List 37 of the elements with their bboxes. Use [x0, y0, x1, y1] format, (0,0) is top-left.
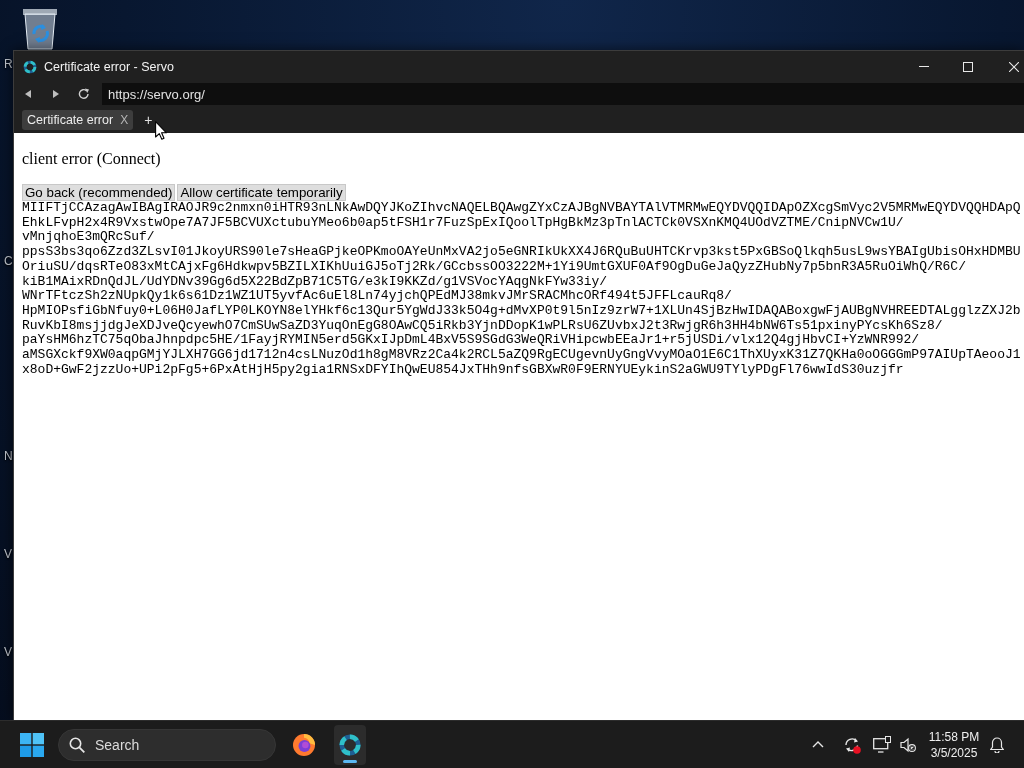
back-arrow-icon [25, 90, 31, 98]
app-logo-icon [23, 59, 37, 74]
desktop-icon-label[interactable]: N [4, 449, 13, 463]
speaker-muted-icon[interactable] [900, 736, 916, 753]
servo-taskbar-button[interactable] [334, 724, 366, 765]
maximize-icon [963, 61, 973, 72]
app-logo-icon [339, 733, 361, 756]
search-placeholder: Search [95, 736, 140, 753]
go-back-button[interactable]: Go back (recommended) [22, 184, 176, 201]
certificate-text: MIIFTjCCAzagAwIBAgIRAOJR9c2nmxn0iHTR93nLNkAwDQYJKoZIhvcNAQELBQAwgZYxCzAJBgNVBAYTAlVTMRMwEQYDVQQIDApOZXcgSmVyc2V5MRMwEQYDVQQHDApQ EhkLFvpH2x4R9VxstwOpe7A7JF5BCVUXctubuYMeo6b0ap5tFSH1r7FuzSpExIQoolTpHgBkMz3pTnlACTCk0VSXnKMQ4UOdVZTME/CnipNVCw1U/ vMnjqhoE3mQRcSuf/ ppsS3bs3qo6Zzd3ZLsvI01JkoyURS90le7sHeaGPjkeOPKmoOAYeUnMxVA2jo5eGNRIkUkXX4J6RQuBuUHTCKrvp3kst5PxGBSoQlkqh5usL9wsYBAIgUbisOHxHDMBU OriuSU/dqsRTeO83xMtCAjxFg6Hdkwpv5BZILXIKhUuiGJ5oTj2Rk/GCcbssOO3222M+1Yi9UmtGXUF0Af9OgDuGeJaQyzZHubNy7p5bnR3A5RuOiWhQ/R6C/ kiB1MAixRDnQdJL/UdYDNv39Gg6d5X22BdZpB71C5TG/e3kI9KKZd/g1VSVocYAqgNkFYw33iy/ WNrTFtczSh2zNUpkQy1k6s61Dz1WZ1UT5yvfAc6uEl8Ln74yjchQPEdMJ38mkvJMrSRACMhcORf494t5JFFLcauRq8/ HpMIOPsfiGbNfuy0+L06H0JafLYP0LKOYN8elYHkf6c13Qur5YgWdJ33k5O4g+dMvXP0t9l5nIz9zrW7+1XLUn4SjBzHwIDAQABoxgwFjAUBgNVHREEDTALgglzZXJ2b RuvKbI8msjjdgJeXDJveQcyewhO7CmSUwSaZD3YuqOnEgG8OAwCQ5iRkb3YjnDDopK1wPLRsU6ZUvbxJ2t3RwjgR6h3HH4bNW6Ts51pxinyPYcsKh6Sz8/ paYsHM6hzTC75qObaJhnpdpc5HE/1FayjRYMIN5erd5GKxIJpDmL4BxV5S9SGdG3WeQRiVHipcwbEEaJr1+r5jUSDi/vlx12Q4gjHbvCI+YzWNR992/ aMSGXckf9XW0aqpGMjYJLXH7GG6jd1712n4csLNuzOd1h8gM8VRz2Ca4k2RCL5aZQ9RgECUgevnUyGngVvyMOaO1E6C1ThXUyxK31Z7QKHa0oOGGGmP97AIUpTAeooJ1 x8oD+GwF2jzzUo+UPi2pFg5+6PxAtHjH5py2gia1RNSxDFYIhQwEU854JxTHh9nfsGBXwR0F9ERNYUEykinS2aGWU9TYlyPDgFl76wwIdS30uzjfr [22, 201, 1021, 378]
search-icon [69, 736, 85, 753]
clock-date[interactable]: 3/5/2025 [930, 744, 978, 761]
clock-time[interactable]: 11:58 PM [928, 728, 980, 745]
fox-globe-icon [293, 733, 315, 756]
reload-icon [78, 88, 90, 100]
tab-close-button[interactable]: X [120, 112, 129, 127]
address-field[interactable]: https://servo.org/ [102, 83, 1024, 105]
desktop-icon-label[interactable]: V [4, 645, 12, 659]
desktop-icon-label[interactable]: R [4, 57, 13, 71]
desktop-icon-label[interactable]: C [4, 254, 13, 268]
new-tab-button[interactable]: + [142, 111, 155, 128]
start-icon[interactable] [20, 732, 44, 757]
forward-arrow-icon [53, 90, 59, 98]
recycle-bin-icon[interactable] [22, 8, 58, 50]
minimize-icon [919, 66, 929, 67]
browser-tab[interactable]: Certificate error X [22, 109, 134, 130]
allow-certificate-button[interactable]: Allow certificate temporarily [177, 184, 346, 201]
taskbar-search-field[interactable]: Search [58, 728, 276, 761]
sync-alert-icon[interactable] [843, 735, 861, 754]
error-heading: client error (Connect) [22, 150, 161, 168]
network-monitor-icon[interactable] [873, 736, 891, 753]
running-indicator-icon [343, 759, 357, 763]
notification-bell-icon[interactable] [990, 736, 1004, 753]
desktop-icon-label[interactable]: V [4, 547, 12, 561]
window-title: Certificate error - Servo [44, 59, 174, 74]
close-icon [1009, 61, 1019, 72]
chevron-up-icon[interactable] [812, 741, 824, 748]
